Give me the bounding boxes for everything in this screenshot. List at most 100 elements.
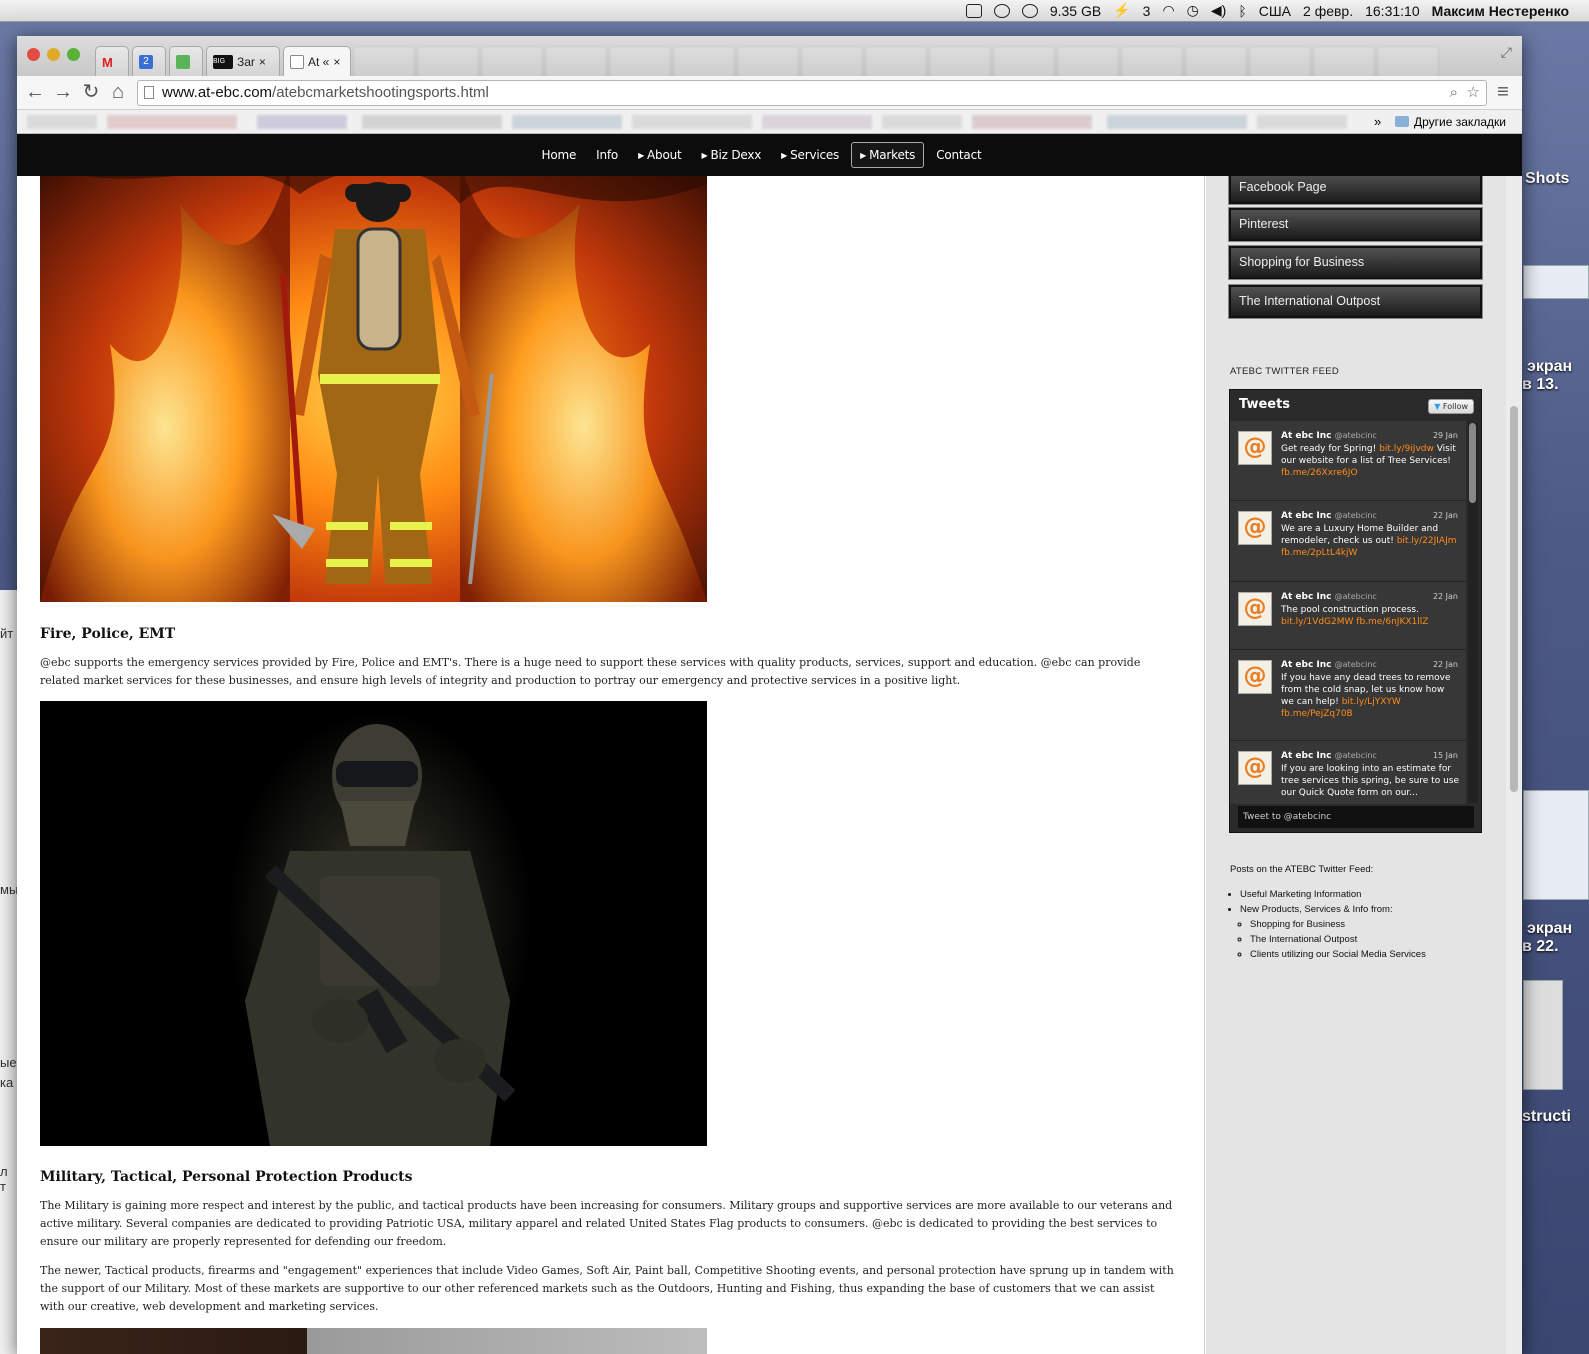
tweet-link[interactable]: bit.ly/9iJvdw	[1379, 444, 1434, 454]
zoom-window-button[interactable]	[67, 48, 80, 61]
tweet-item[interactable]: @ At ebc Inc @atebcinc 22 Jan The pool cons…	[1230, 582, 1466, 650]
page-scroll-thumb[interactable]	[1510, 406, 1518, 792]
bookmark-item[interactable]	[512, 115, 622, 129]
tab-blurred[interactable]	[1057, 46, 1119, 76]
bookmark-item[interactable]	[762, 115, 872, 129]
desktop-thumbnail[interactable]	[1523, 790, 1589, 900]
tab-blurred[interactable]	[1313, 46, 1375, 76]
close-window-button[interactable]	[27, 48, 40, 61]
international-outpost-button[interactable]: The International Outpost	[1229, 285, 1482, 318]
tweet-link[interactable]: bit.ly/1VdG2MW fb.me/6nJKX1llZ	[1281, 617, 1428, 627]
tab-blurred[interactable]	[545, 46, 607, 76]
tab-current[interactable]: At «×	[283, 46, 351, 76]
tab-blurred[interactable]	[801, 46, 863, 76]
menubar-user[interactable]: Максим Нестеренко	[1432, 3, 1569, 19]
locale-flag[interactable]: США	[1259, 3, 1291, 19]
twitter-follow-button[interactable]: ▼ Follow	[1428, 399, 1474, 414]
tab-blurred[interactable]	[865, 46, 927, 76]
tweet-date[interactable]: 29 Jan	[1433, 431, 1458, 440]
tweet-author[interactable]: At ebc Inc @atebcinc	[1281, 660, 1377, 670]
shopping-for-business-button[interactable]: Shopping for Business	[1229, 246, 1482, 279]
tab-blurred[interactable]	[1377, 46, 1439, 76]
bookmarks-other[interactable]: Другие закладки	[1414, 115, 1506, 129]
fullscreen-icon[interactable]: ⤢	[1501, 44, 1512, 61]
tab-big[interactable]: BIG Зar ×	[206, 46, 280, 76]
avatar[interactable]: @	[1238, 751, 1272, 785]
address-bar[interactable]: www.at-ebc.com/atebcmarketshootingsports…	[137, 80, 1487, 106]
back-button[interactable]: ←	[23, 80, 47, 104]
tweet-to-input[interactable]: Tweet to @atebcinc	[1238, 806, 1474, 828]
window-icon[interactable]	[965, 3, 982, 18]
bookmark-item[interactable]	[972, 115, 1092, 129]
tweet-item[interactable]: @ At ebc Inc @atebcinc 15 Jan If you are lo…	[1230, 741, 1466, 804]
tweet-item[interactable]: @ At ebc Inc @atebcinc 29 Jan Get ready for…	[1230, 421, 1466, 501]
desktop-thumbnail[interactable]	[1523, 265, 1589, 299]
bookmark-item[interactable]	[1257, 115, 1347, 129]
close-tab-icon[interactable]: ×	[333, 55, 340, 69]
tab-blurred[interactable]	[1249, 46, 1311, 76]
nav-about[interactable]: ▶ About	[630, 143, 689, 167]
tweet-date[interactable]: 15 Jan	[1433, 751, 1458, 760]
tweet-scroll-thumb[interactable]	[1469, 423, 1476, 503]
bookmark-item[interactable]	[362, 115, 502, 129]
minimize-window-button[interactable]	[47, 48, 60, 61]
desktop-thumbnail[interactable]	[1523, 980, 1563, 1090]
tweet-author[interactable]: At ebc Inc @atebcinc	[1281, 511, 1377, 521]
nav-info[interactable]: Info	[588, 143, 626, 167]
pinterest-button[interactable]: Pinterest	[1229, 208, 1482, 241]
avatar[interactable]: @	[1238, 592, 1272, 626]
nav-biz-dexx[interactable]: ▶ Biz Dexx	[694, 143, 770, 167]
tweet-item[interactable]: @ At ebc Inc @atebcinc 22 Jan If you have a…	[1230, 650, 1466, 741]
disk-status[interactable]: 9.35 GB	[1050, 3, 1101, 19]
bluetooth-icon[interactable]: ᛒ	[1238, 3, 1246, 19]
nav-services[interactable]: ▶ Services	[773, 143, 847, 167]
menubar-date[interactable]: 2 февр.	[1303, 3, 1353, 19]
tab-calendar[interactable]: 2	[132, 46, 166, 76]
tab-blurred[interactable]	[737, 46, 799, 76]
tab-blurred[interactable]	[481, 46, 543, 76]
bookmark-item[interactable]	[1107, 115, 1247, 129]
tab-gmail[interactable]: M	[95, 46, 129, 76]
menu-icon[interactable]: ≡	[1491, 80, 1515, 104]
tab-blurred[interactable]	[993, 46, 1055, 76]
background-window[interactable]: йт мы ые ка л т	[0, 590, 18, 1354]
tab-blurred[interactable]	[673, 46, 735, 76]
avatar[interactable]: @	[1238, 511, 1272, 545]
star-icon[interactable]: ☆	[1467, 81, 1480, 105]
tweet-scrollbar[interactable]	[1468, 423, 1478, 803]
tab-mail[interactable]	[169, 46, 203, 76]
time-machine-icon[interactable]: ◷	[1187, 2, 1199, 19]
search-icon[interactable]: ⌕	[1450, 81, 1458, 105]
bookmark-item[interactable]	[27, 115, 97, 129]
sync-icon[interactable]: ⚡	[1113, 2, 1130, 19]
tweet-author[interactable]: At ebc Inc @atebcinc	[1281, 751, 1377, 761]
wifi-icon[interactable]: ◠	[1162, 2, 1174, 19]
bookmark-item[interactable]	[882, 115, 962, 129]
nav-home[interactable]: Home	[534, 143, 585, 167]
tweet-date[interactable]: 22 Jan	[1433, 592, 1458, 601]
menubar-time[interactable]: 16:31:10	[1365, 3, 1420, 19]
input-count[interactable]: 3	[1143, 3, 1151, 19]
tweet-list[interactable]: @ At ebc Inc @atebcinc 29 Jan Get ready for…	[1230, 421, 1466, 804]
tab-blurred[interactable]	[417, 46, 479, 76]
bookmark-item[interactable]	[632, 115, 752, 129]
bookmarks-chevron[interactable]: »	[1374, 114, 1381, 129]
avatar[interactable]: @	[1238, 431, 1272, 465]
nav-contact[interactable]: Contact	[928, 143, 989, 167]
tweet-author[interactable]: At ebc Inc @atebcinc	[1281, 431, 1377, 441]
tab-blurred[interactable]	[609, 46, 671, 76]
tab-blurred[interactable]	[353, 46, 415, 76]
close-tab-icon[interactable]: ×	[259, 55, 266, 69]
tweet-link[interactable]: fb.me/26Xxre6JO	[1281, 468, 1358, 478]
home-button[interactable]: ⌂	[106, 80, 130, 104]
bookmark-item[interactable]	[107, 115, 237, 129]
page-scrollbar[interactable]	[1506, 176, 1522, 1354]
forward-button[interactable]: →	[51, 80, 75, 104]
nav-markets[interactable]: ▶ Markets	[851, 142, 925, 168]
tweet-date[interactable]: 22 Jan	[1433, 660, 1458, 669]
reload-button[interactable]: ↻	[79, 80, 103, 104]
tab-blurred[interactable]	[1185, 46, 1247, 76]
tweet-item[interactable]: @ At ebc Inc @atebcinc 22 Jan We are a Luxu…	[1230, 501, 1466, 582]
tab-blurred[interactable]	[1121, 46, 1183, 76]
tab-blurred[interactable]	[929, 46, 991, 76]
